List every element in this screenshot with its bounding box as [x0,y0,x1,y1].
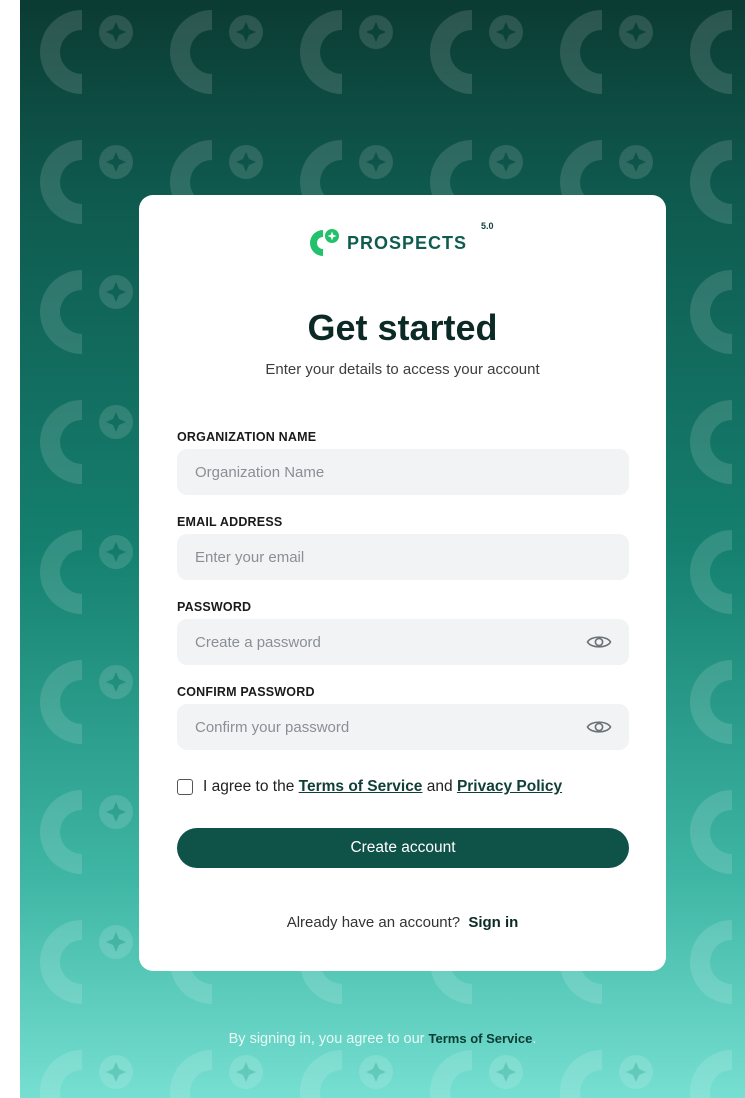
footer-suffix: . [532,1031,537,1047]
organization-label: ORGANIZATION NAME [177,430,317,444]
privacy-link[interactable]: Privacy Policy [457,778,562,795]
email-field-wrapper [177,534,629,580]
organization-input[interactable] [193,462,613,482]
terms-checkbox[interactable] [177,779,193,795]
page-subtitle: Enter your details to access your accoun… [265,361,540,378]
signin-link[interactable]: Sign in [468,914,518,931]
confirm-password-input[interactable] [193,717,585,737]
email-label: EMAIL ADDRESS [177,515,283,529]
password-field-wrapper [177,619,629,665]
signin-prompt: Already have an account? [286,914,461,931]
brand-logo: PROSPECTS 5.0 [307,221,494,261]
eye-icon[interactable] [585,632,613,652]
agree-prefix: I agree to the [203,778,295,795]
footer-note: By signing in, you agree to our Terms of… [20,1031,745,1047]
organization-field-wrapper [177,449,629,495]
agreement-text: I agree to the Terms of Service and Priv… [203,778,562,796]
agree-and: and [426,778,453,795]
page-title: Get started [307,307,498,348]
email-input[interactable] [193,547,613,567]
signin-row: Already have an account? Sign in [139,914,666,931]
create-account-button[interactable]: Create account [177,828,629,868]
terms-agreement: I agree to the Terms of Service and Priv… [177,778,562,796]
footer-text: By signing in, you agree to our [228,1031,425,1047]
footer-terms-link[interactable]: Terms of Service [429,1031,533,1046]
brand-name: PROSPECTS [347,232,468,253]
signup-card: PROSPECTS 5.0 Get started Enter your det… [139,195,666,971]
terms-link[interactable]: Terms of Service [299,778,423,795]
password-label: PASSWORD [177,600,252,614]
eye-icon[interactable] [585,717,613,737]
password-input[interactable] [193,632,585,652]
brand-version: 5.0 [481,221,494,231]
prospects-logo-icon [310,229,339,256]
confirm-password-label: CONFIRM PASSWORD [177,685,315,699]
confirm-password-field-wrapper [177,704,629,750]
